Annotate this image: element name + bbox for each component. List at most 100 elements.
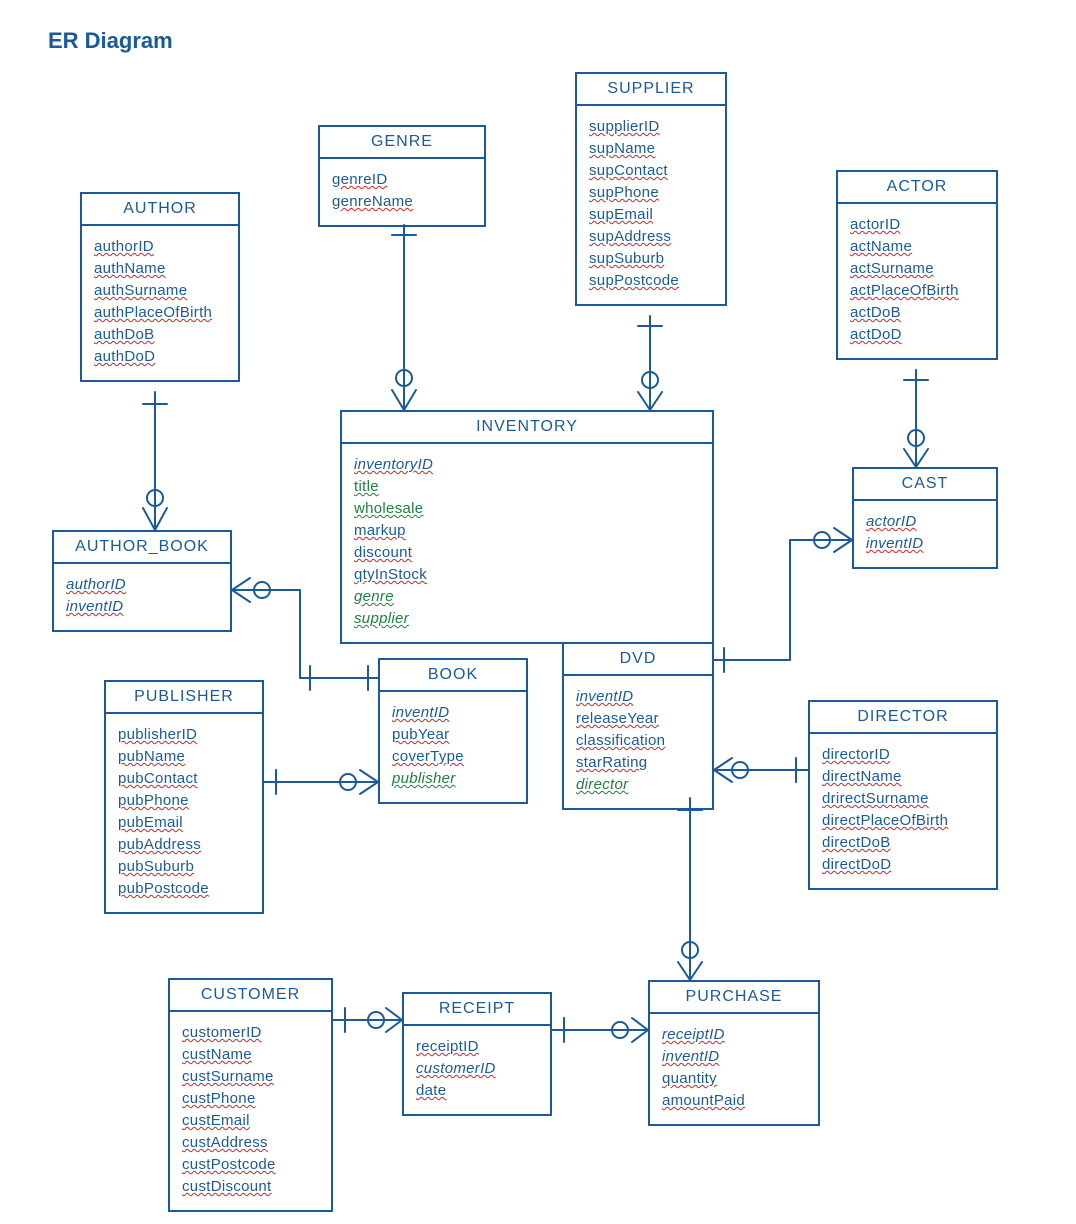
entity-title: INVENTORY (342, 412, 712, 444)
entity-attrs: actorIDactNameactSurnameactPlaceOfBirtha… (838, 204, 996, 358)
attr-actplaceofbirth: actPlaceOfBirth (850, 280, 984, 302)
attr-directplaceofbirth: directPlaceOfBirth (822, 810, 984, 832)
attr-markup: markup (354, 520, 700, 542)
entity-title: DVD (564, 644, 712, 676)
entity-title: DIRECTOR (810, 702, 996, 734)
attr-supsuburb: supSuburb (589, 248, 713, 270)
attr-directdob: directDoB (822, 832, 984, 854)
entity-title: GENRE (320, 127, 484, 159)
entity-title: CUSTOMER (170, 980, 331, 1012)
entity-author-book: AUTHOR_BOOK authorIDinventID (52, 530, 232, 632)
entity-title: BOOK (380, 660, 526, 692)
attr-directname: directName (822, 766, 984, 788)
entity-attrs: supplierIDsupNamesupContactsupPhonesupEm… (577, 106, 725, 304)
attr-authname: authName (94, 258, 226, 280)
entity-attrs: receiptIDcustomerIDdate (404, 1026, 550, 1114)
attr-custemail: custEmail (182, 1110, 319, 1132)
attr-authplaceofbirth: authPlaceOfBirth (94, 302, 226, 324)
entity-attrs: inventIDpubYearcoverTypepublisher (380, 692, 526, 802)
attr-actname: actName (850, 236, 984, 258)
attr-inventid: inventID (662, 1046, 806, 1068)
attr-title: title (354, 476, 700, 498)
attr-pubpostcode: pubPostcode (118, 878, 250, 900)
attr-classification: classification (576, 730, 700, 752)
attr-genreid: genreID (332, 169, 472, 191)
entity-title: AUTHOR_BOOK (54, 532, 230, 564)
attr-custpostcode: custPostcode (182, 1154, 319, 1176)
attr-actdod: actDoD (850, 324, 984, 346)
entity-attrs: publisherIDpubNamepubContactpubPhonepubE… (106, 714, 262, 912)
attr-receiptid: receiptID (416, 1036, 538, 1058)
entity-title: CAST (854, 469, 996, 501)
attr-inventoryid: inventoryID (354, 454, 700, 476)
entity-attrs: authorIDauthNameauthSurnameauthPlaceOfBi… (82, 226, 238, 380)
entity-author: AUTHOR authorIDauthNameauthSurnameauthPl… (80, 192, 240, 382)
entity-dvd: DVD inventIDreleaseYearclassificationsta… (562, 642, 714, 810)
attr-drirectsurname: drirectSurname (822, 788, 984, 810)
attr-authdob: authDoB (94, 324, 226, 346)
attr-publisher: publisher (392, 768, 514, 790)
attr-inventid: inventID (576, 686, 700, 708)
attr-inventid: inventID (392, 702, 514, 724)
attr-pubname: pubName (118, 746, 250, 768)
attr-suppostcode: supPostcode (589, 270, 713, 292)
attr-pubyear: pubYear (392, 724, 514, 746)
entity-actor: ACTOR actorIDactNameactSurnameactPlaceOf… (836, 170, 998, 360)
entity-receipt: RECEIPT receiptIDcustomerIDdate (402, 992, 552, 1116)
page-title: ER Diagram (48, 28, 173, 54)
entity-customer: CUSTOMER customerIDcustNamecustSurnamecu… (168, 978, 333, 1212)
attr-quantity: quantity (662, 1068, 806, 1090)
attr-authorid: authorID (94, 236, 226, 258)
attr-pubemail: pubEmail (118, 812, 250, 834)
attr-discount: discount (354, 542, 700, 564)
attr-actorid: actorID (866, 511, 984, 533)
entity-title: SUPPLIER (577, 74, 725, 106)
entity-attrs: genreIDgenreName (320, 159, 484, 225)
entity-title: PUBLISHER (106, 682, 262, 714)
attr-directorid: directorID (822, 744, 984, 766)
attr-custname: custName (182, 1044, 319, 1066)
attr-actorid: actorID (850, 214, 984, 236)
attr-actdob: actDoB (850, 302, 984, 324)
entity-cast: CAST actorIDinventID (852, 467, 998, 569)
entity-genre: GENRE genreIDgenreName (318, 125, 486, 227)
entity-supplier: SUPPLIER supplierIDsupNamesupContactsupP… (575, 72, 727, 306)
attr-publisherid: publisherID (118, 724, 250, 746)
attr-customerid: customerID (182, 1022, 319, 1044)
attr-pubaddress: pubAddress (118, 834, 250, 856)
attr-supplierid: supplierID (589, 116, 713, 138)
attr-inventid: inventID (866, 533, 984, 555)
attr-genre: genre (354, 586, 700, 608)
attr-starrating: starRating (576, 752, 700, 774)
entity-attrs: inventIDreleaseYearclassificationstarRat… (564, 676, 712, 808)
entity-attrs: directorIDdirectNamedrirectSurnamedirect… (810, 734, 996, 888)
entity-title: RECEIPT (404, 994, 550, 1026)
entity-attrs: customerIDcustNamecustSurnamecustPhonecu… (170, 1012, 331, 1210)
attr-releaseyear: releaseYear (576, 708, 700, 730)
attr-actsurname: actSurname (850, 258, 984, 280)
attr-custphone: custPhone (182, 1088, 319, 1110)
attr-supaddress: supAddress (589, 226, 713, 248)
attr-authsurname: authSurname (94, 280, 226, 302)
attr-covertype: coverType (392, 746, 514, 768)
attr-supphone: supPhone (589, 182, 713, 204)
attr-customerid: customerID (416, 1058, 538, 1080)
attr-authorid: authorID (66, 574, 218, 596)
entity-attrs: actorIDinventID (854, 501, 996, 567)
attr-supname: supName (589, 138, 713, 160)
attr-wholesale: wholesale (354, 498, 700, 520)
entity-publisher: PUBLISHER publisherIDpubNamepubContactpu… (104, 680, 264, 914)
entity-title: PURCHASE (650, 982, 818, 1014)
entity-director: DIRECTOR directorIDdirectNamedrirectSurn… (808, 700, 998, 890)
attr-director: director (576, 774, 700, 796)
entity-attrs: inventoryIDtitlewholesalemarkupdiscountq… (342, 444, 712, 642)
attr-date: date (416, 1080, 538, 1102)
entity-title: ACTOR (838, 172, 996, 204)
entity-attrs: authorIDinventID (54, 564, 230, 630)
attr-custdiscount: custDiscount (182, 1176, 319, 1198)
attr-inventid: inventID (66, 596, 218, 618)
attr-custaddress: custAddress (182, 1132, 319, 1154)
attr-custsurname: custSurname (182, 1066, 319, 1088)
attr-genrename: genreName (332, 191, 472, 213)
attr-supemail: supEmail (589, 204, 713, 226)
